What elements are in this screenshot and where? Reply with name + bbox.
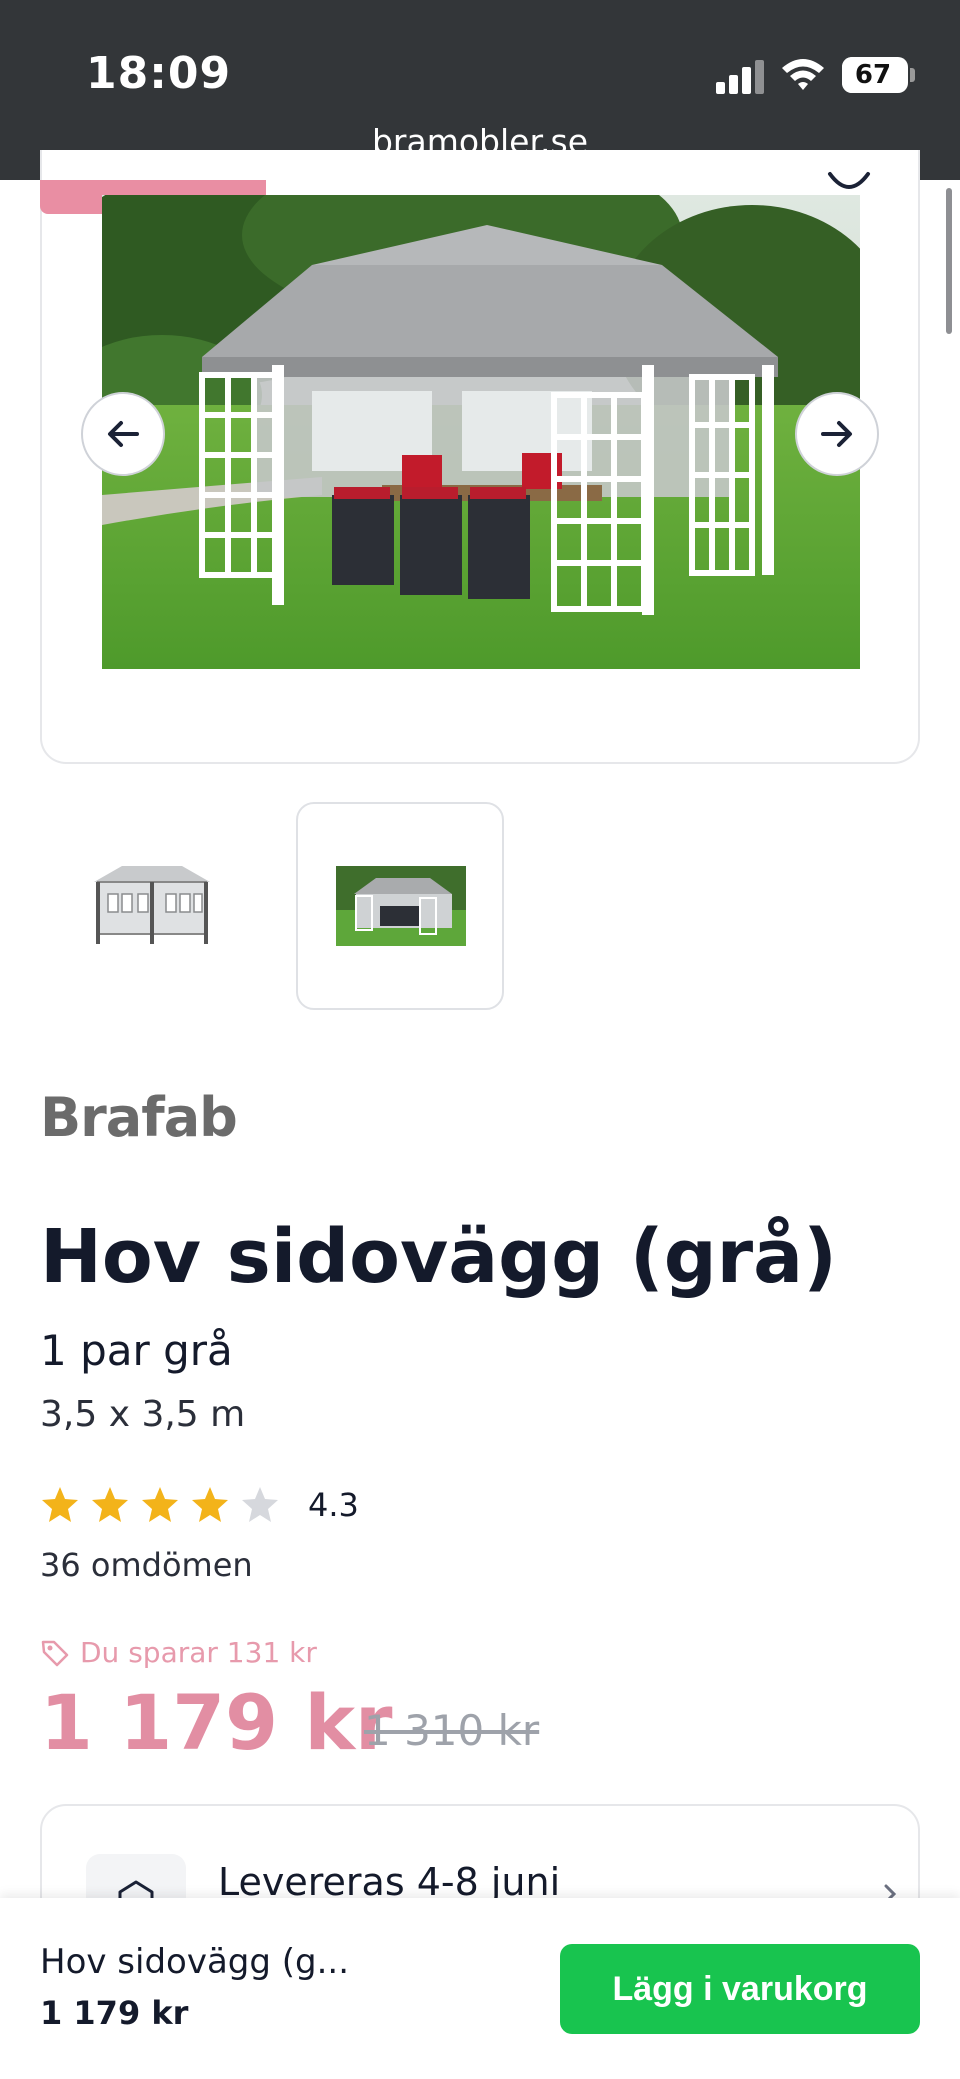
gallery-prev-button[interactable] bbox=[81, 392, 165, 476]
star-filled-icon bbox=[192, 1487, 228, 1522]
signal-icon bbox=[716, 58, 766, 94]
product-size: 3,5 x 3,5 m bbox=[40, 1394, 246, 1435]
current-price: 1 179 kr bbox=[40, 1678, 393, 1767]
original-price: 1 310 kr bbox=[364, 1706, 540, 1755]
sticky-product-name: Hov sidovägg (g... bbox=[40, 1942, 350, 1982]
add-to-cart-button[interactable]: Lägg i varukorg bbox=[560, 1944, 920, 2034]
brand-logo[interactable]: Brafab bbox=[40, 1086, 238, 1149]
gallery-next-button[interactable] bbox=[795, 392, 879, 476]
rating-stars[interactable] bbox=[40, 1484, 280, 1524]
sticky-purchase-bar: Hov sidovägg (g... 1 179 kr Lägg i varuk… bbox=[0, 1898, 960, 2079]
thumbnail-1[interactable] bbox=[40, 802, 248, 1010]
star-filled-icon bbox=[142, 1487, 178, 1522]
status-time: 18:09 bbox=[86, 48, 232, 99]
page-scrollbar[interactable] bbox=[946, 188, 952, 334]
rating-value: 4.3 bbox=[308, 1486, 359, 1524]
sticky-product-price: 1 179 kr bbox=[40, 1994, 189, 2032]
heart-icon[interactable] bbox=[824, 170, 874, 196]
savings-label: Du sparar 131 kr bbox=[40, 1636, 317, 1669]
price-tag-icon bbox=[41, 1640, 69, 1666]
product-title: Hov sidovägg (grå) bbox=[40, 1214, 837, 1300]
star-empty-icon bbox=[242, 1487, 278, 1522]
arrow-right-icon bbox=[821, 421, 852, 447]
product-variant: 1 par grå bbox=[40, 1326, 233, 1375]
savings-text: Du sparar 131 kr bbox=[80, 1636, 317, 1669]
wifi-icon bbox=[782, 59, 824, 90]
star-filled-icon bbox=[92, 1487, 128, 1522]
arrow-left-icon bbox=[108, 421, 139, 447]
gazebo-garden-thumbnail-image bbox=[336, 866, 466, 946]
gazebo-thumbnail-image bbox=[94, 866, 210, 944]
product-main-image[interactable] bbox=[102, 195, 860, 669]
star-filled-icon bbox=[42, 1487, 78, 1522]
reviews-link[interactable]: 36 omdömen bbox=[40, 1546, 253, 1584]
battery-icon: 67 bbox=[842, 57, 908, 93]
battery-cap bbox=[910, 68, 915, 82]
battery-level: 67 bbox=[854, 60, 892, 90]
thumbnail-2[interactable] bbox=[296, 802, 504, 1010]
